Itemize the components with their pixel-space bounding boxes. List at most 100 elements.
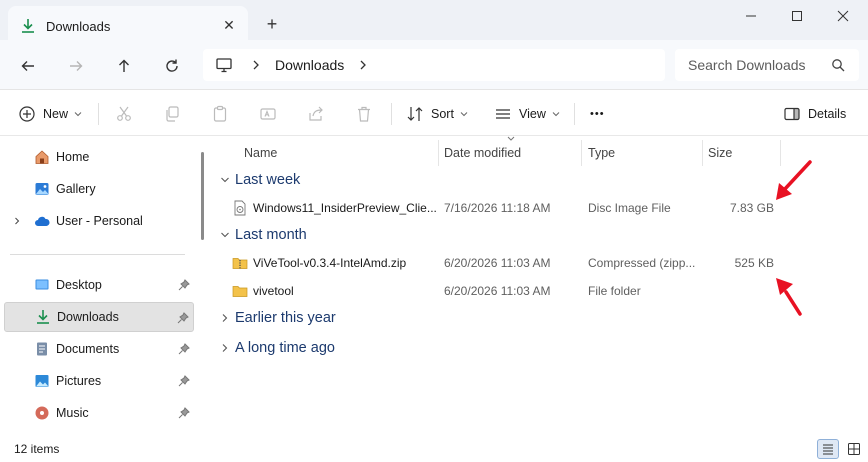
delete-button[interactable] <box>355 101 373 127</box>
close-window-button[interactable] <box>820 0 866 32</box>
more-options-icon: ••• <box>590 108 605 120</box>
item-count: 12 items <box>14 442 60 456</box>
close-tab-button[interactable]: ✕ <box>220 16 238 34</box>
rename-button[interactable] <box>259 101 277 127</box>
sidebar-item-onedrive[interactable]: User - Personal <box>4 206 194 236</box>
sidebar-item-gallery[interactable]: Gallery <box>4 174 194 204</box>
disc-image-icon <box>234 200 246 216</box>
arrow-up-icon <box>119 59 129 72</box>
forward-button[interactable] <box>62 52 90 80</box>
file-name-cell: vivetool <box>232 278 438 304</box>
sidebar-item-label: Downloads <box>57 310 119 324</box>
address-bar[interactable]: Downloads <box>203 49 665 81</box>
refresh-button[interactable] <box>158 52 186 80</box>
file-list: Name Date modified Type Size Last week W… <box>210 136 868 436</box>
minimize-button[interactable] <box>728 0 774 32</box>
sidebar-item-pictures[interactable]: Pictures <box>4 366 194 396</box>
navigation-bar: Downloads Search Downloads <box>0 40 868 90</box>
sidebar-scrollbar[interactable] <box>201 152 204 240</box>
sort-label: Sort <box>431 107 454 121</box>
type-cell: Disc Image File <box>588 201 671 215</box>
cut-button[interactable] <box>115 101 133 127</box>
status-bar: 12 items <box>0 436 868 462</box>
up-button[interactable] <box>110 52 138 80</box>
paste-button[interactable] <box>211 101 229 127</box>
details-label: Details <box>808 107 847 121</box>
details-view-button[interactable] <box>817 439 839 459</box>
column-header-type[interactable]: Type <box>588 140 615 166</box>
size-cell: 525 KB <box>734 256 774 270</box>
sidebar-item-label: Documents <box>56 342 120 356</box>
column-divider[interactable] <box>702 140 703 166</box>
copy-button[interactable] <box>163 101 181 127</box>
chevron-right-icon <box>222 344 228 352</box>
new-button[interactable]: New <box>18 101 82 127</box>
group-header-a-long-time-ago[interactable]: A long time ago <box>220 336 335 360</box>
table-row[interactable]: ViVeTool-v0.3.4-IntelAmd.zip 6/20/2026 1… <box>228 250 788 276</box>
column-label: Name <box>244 146 278 160</box>
column-label: Type <box>588 146 616 160</box>
sidebar-item-music[interactable]: Music <box>4 398 194 428</box>
date-cell: 6/20/2026 11:03 AM <box>444 256 551 270</box>
maximize-button[interactable] <box>774 0 820 32</box>
view-button[interactable]: View <box>494 101 560 127</box>
search-input[interactable]: Search Downloads <box>688 57 831 73</box>
tiles-view-button[interactable] <box>843 439 865 459</box>
tiles-view-icon <box>848 443 860 455</box>
share-button[interactable] <box>307 101 325 127</box>
pin-icon[interactable] <box>178 279 190 291</box>
file-name-cell: Windows11_InsiderPreview_Clie... <box>232 195 438 221</box>
chevron-right-icon[interactable] <box>358 60 368 70</box>
type-cell: Compressed (zipp... <box>588 256 696 270</box>
column-header-date[interactable]: Date modified <box>444 140 521 166</box>
group-header-last-month[interactable]: Last month <box>220 223 307 247</box>
more-options-button[interactable]: ••• <box>590 101 605 127</box>
file-name: Windows11_InsiderPreview_Clie... <box>253 201 437 215</box>
column-header-size[interactable]: Size <box>708 140 732 166</box>
breadcrumb-downloads[interactable]: Downloads <box>275 57 344 73</box>
group-header-last-week[interactable]: Last week <box>220 168 300 192</box>
download-icon <box>37 310 49 324</box>
chevron-down-icon <box>221 177 229 183</box>
pin-icon[interactable] <box>178 407 190 419</box>
folder-icon <box>232 286 248 297</box>
pin-icon[interactable] <box>178 343 190 355</box>
group-label: Earlier this year <box>235 310 336 326</box>
column-label: Size <box>708 146 733 160</box>
details-view-icon <box>823 444 833 455</box>
sort-icon <box>407 107 423 121</box>
details-pane-button[interactable]: Details <box>783 101 846 127</box>
toolbar-divider <box>98 103 99 125</box>
search-box[interactable]: Search Downloads <box>675 49 859 81</box>
navigation-pane: Home Gallery User - Personal Desktop Dow… <box>0 136 210 436</box>
sidebar-item-label: Pictures <box>56 374 102 388</box>
column-divider[interactable] <box>581 140 582 166</box>
pictures-icon <box>35 375 49 387</box>
new-tab-button[interactable]: + <box>262 14 282 34</box>
group-header-earlier-this-year[interactable]: Earlier this year <box>220 306 336 330</box>
sidebar-item-downloads[interactable]: Downloads <box>4 302 194 332</box>
sidebar-item-desktop[interactable]: Desktop <box>4 270 194 300</box>
details-pane-icon <box>784 107 800 121</box>
sort-button[interactable]: Sort <box>406 101 468 127</box>
column-divider[interactable] <box>438 140 439 166</box>
back-button[interactable] <box>14 52 42 80</box>
sidebar-item-home[interactable]: Home <box>4 142 194 172</box>
refresh-icon <box>166 59 178 72</box>
pin-icon[interactable] <box>178 375 190 387</box>
sidebar-item-documents[interactable]: Documents <box>4 334 194 364</box>
column-header-name[interactable]: Name <box>244 140 277 166</box>
sidebar-divider <box>10 254 185 255</box>
table-row[interactable]: vivetool 6/20/2026 11:03 AM File folder <box>228 278 788 304</box>
cloud-icon <box>35 216 50 226</box>
sidebar-item-label: User - Personal <box>56 214 143 228</box>
desktop-icon <box>35 279 49 290</box>
command-bar: New Sort View ••• Details <box>0 91 868 136</box>
pin-icon[interactable] <box>177 312 189 324</box>
scissors-icon <box>117 106 131 121</box>
music-icon <box>35 406 49 420</box>
new-label: New <box>43 107 69 121</box>
table-row[interactable]: Windows11_InsiderPreview_Clie... 7/16/20… <box>228 195 788 221</box>
trash-icon <box>358 106 370 122</box>
tab-title: Downloads <box>46 18 111 34</box>
